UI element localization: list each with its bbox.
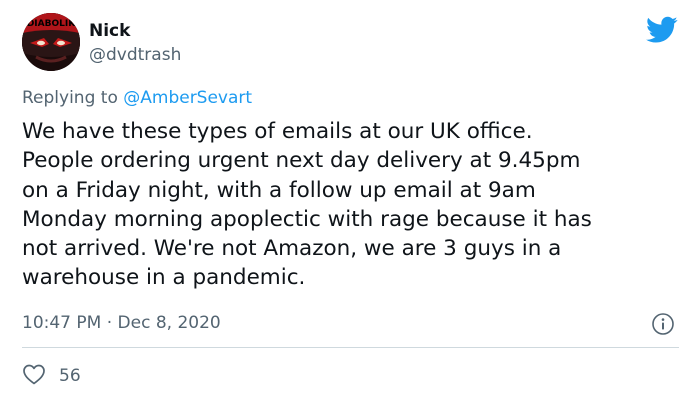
like-button[interactable]: 56 [22, 364, 81, 388]
tweet-line: not arrived. We're not Amazon, we are 3 … [22, 236, 562, 262]
tweet-date-link[interactable]: Dec 8, 2020 [118, 313, 221, 333]
reply-prefix: Replying to [22, 88, 118, 108]
tweet-time-link[interactable]: 10:47 PM [22, 313, 101, 333]
tweet-line: on a Friday night, with a follow up emai… [22, 177, 536, 203]
tweet-card: DIABOLIK Nick @dvdtrash Replying to @Amb… [0, 0, 700, 402]
tweet-line: warehouse in a pandemic. [22, 265, 306, 291]
avatar-logo-text: DIABOLIK [27, 19, 76, 29]
twitter-bird-icon[interactable] [646, 16, 678, 44]
divider [22, 347, 679, 348]
avatar[interactable]: DIABOLIK [22, 13, 80, 71]
reply-mention-link[interactable]: @AmberSevart [123, 88, 252, 108]
reply-context: Replying to @AmberSevart [22, 87, 252, 109]
like-count: 56 [59, 366, 81, 386]
info-icon[interactable] [651, 312, 675, 336]
heart-icon [22, 363, 46, 389]
tweet-text: We have these types of emails at our UK … [22, 117, 682, 293]
tweet-line: We have these types of emails at our UK … [22, 119, 533, 144]
tweet-timestamp: 10:47 PM · Dec 8, 2020 [22, 312, 221, 334]
tweet-line: Monday morning apoplectic with rage beca… [22, 206, 592, 232]
tweet-line: People ordering urgent next day delivery… [22, 148, 581, 174]
author-name[interactable]: Nick [89, 20, 130, 42]
author-handle[interactable]: @dvdtrash [89, 44, 181, 66]
timestamp-separator: · [106, 313, 113, 333]
avatar-image: DIABOLIK [22, 13, 80, 71]
